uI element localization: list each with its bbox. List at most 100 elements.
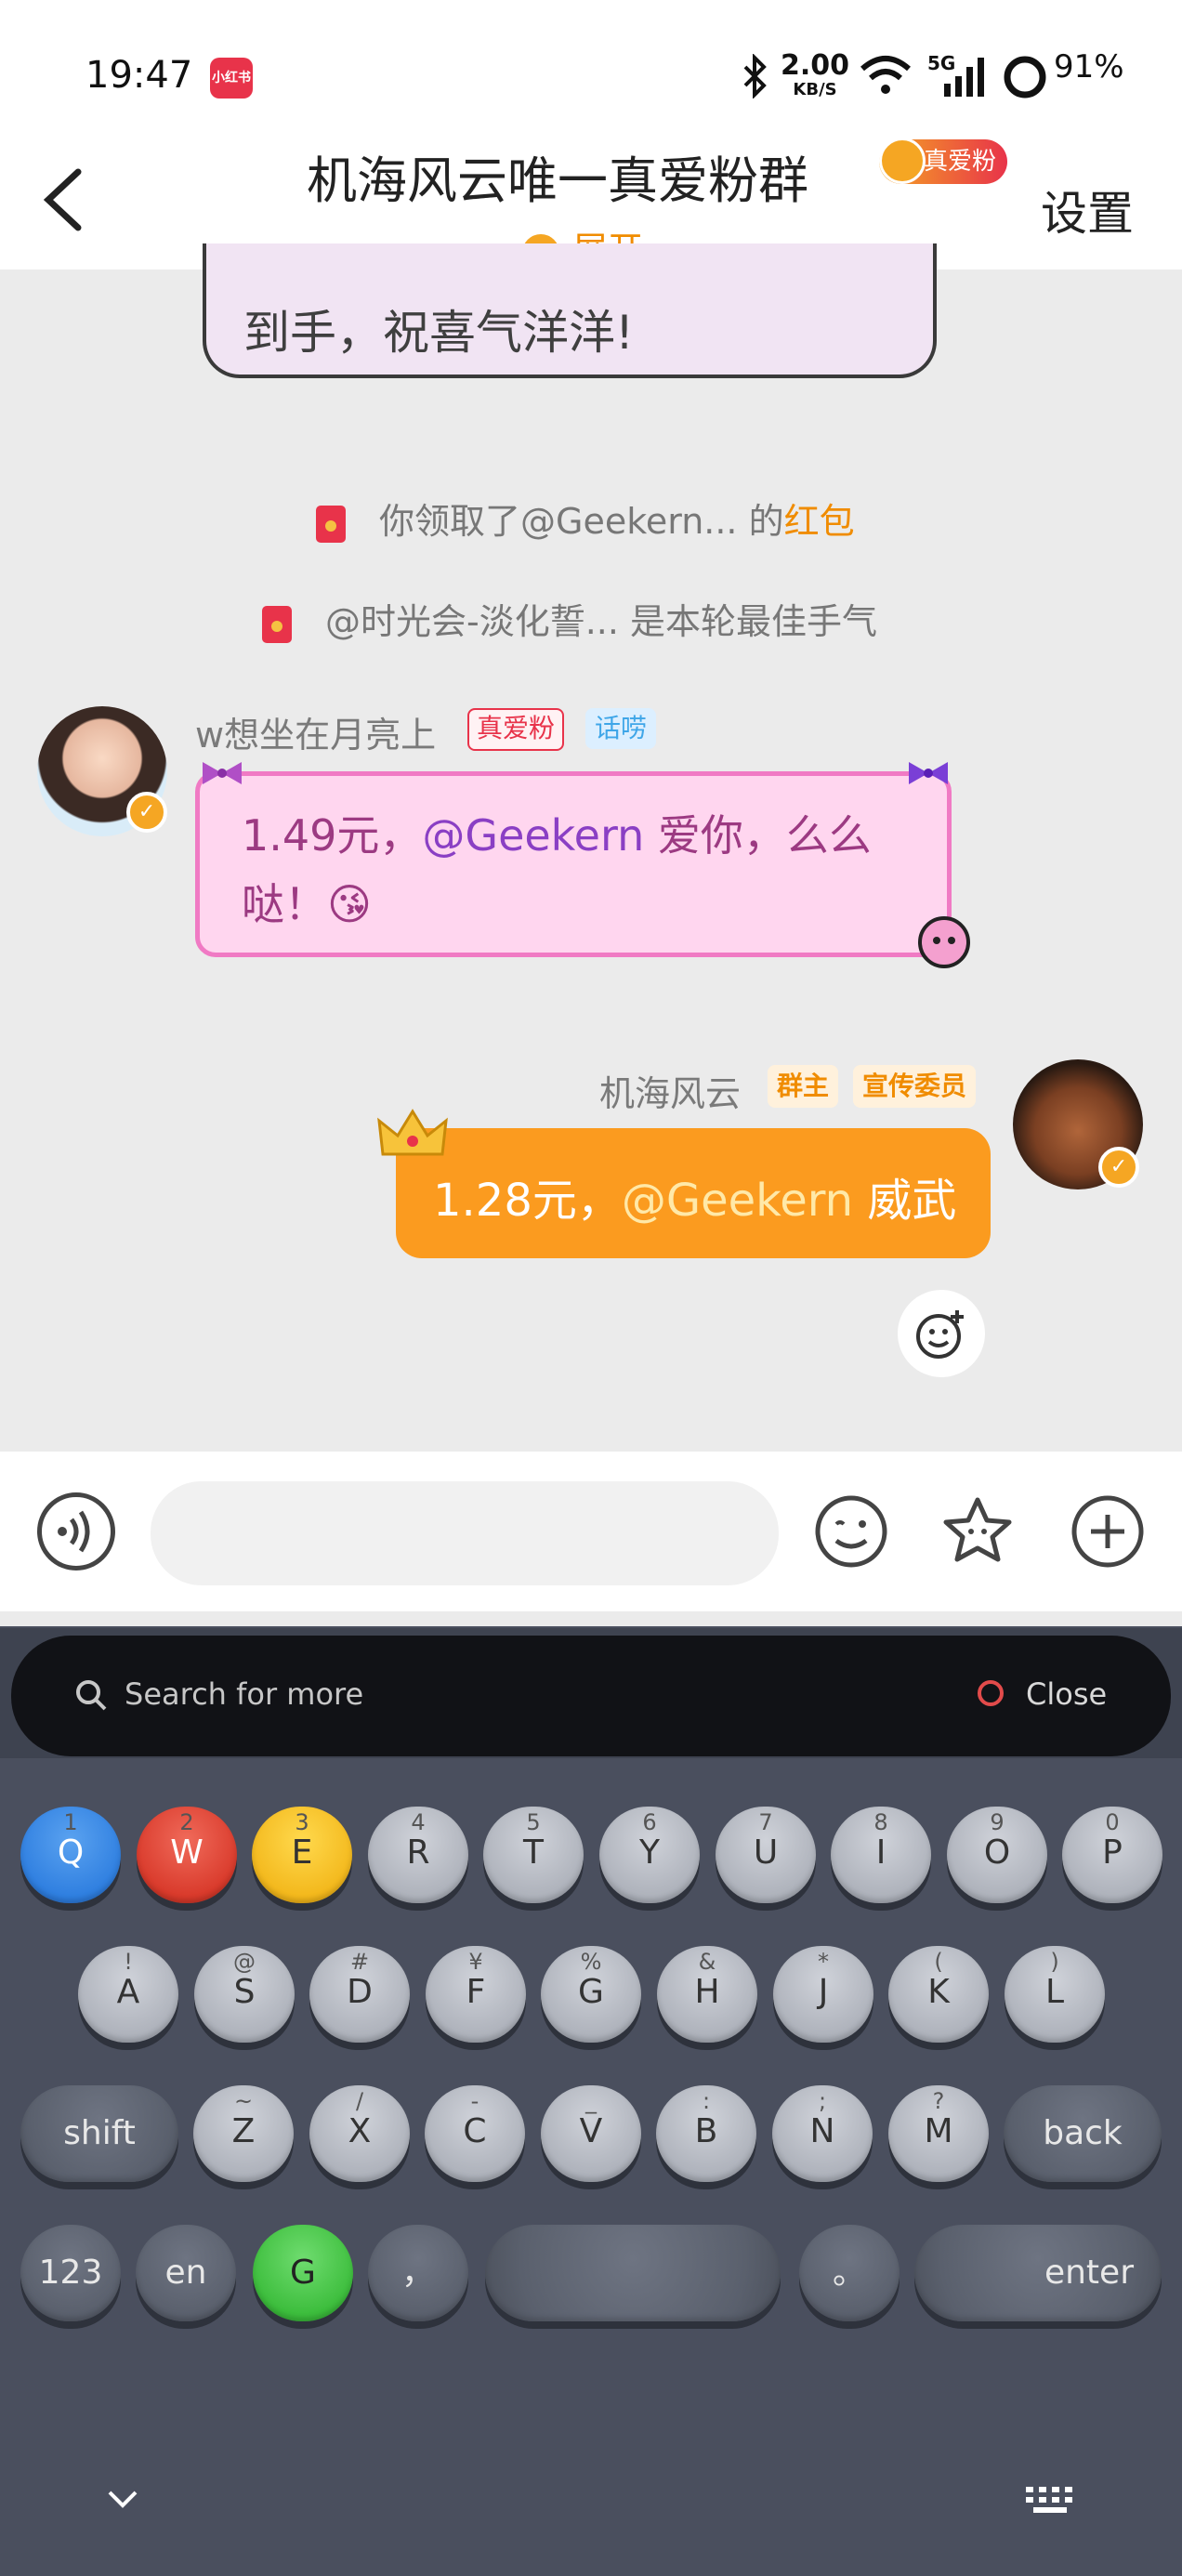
verified-icon [879,138,926,184]
key-label: G [578,1973,604,2011]
key-b[interactable]: :B [656,2085,756,2182]
status-time: 19:47 [85,54,193,97]
key-s[interactable]: @ S [194,1946,295,2043]
key-secondary-label: 3 [295,1809,309,1835]
key-c[interactable]: -C [425,2085,525,2182]
system-message-best-luck: @时光会-淡化誓... 是本轮最佳手气 [262,593,877,644]
key-secondary-label: ) [1050,1949,1059,1975]
key-label: B [694,2112,718,2150]
period-key[interactable]: 。 [799,2225,900,2321]
key-label: M [924,2112,953,2150]
key-t[interactable]: 5T [483,1807,584,1903]
hide-keyboard-icon[interactable] [104,2481,141,2518]
key-label: L [1044,1973,1065,2011]
key-y[interactable]: 6Y [599,1807,700,1903]
key-a[interactable]: ! A [78,1946,178,2043]
bluetooth-icon [743,54,767,99]
key-secondary-label: 7 [758,1809,773,1835]
key-label: O [983,1833,1011,1872]
back-icon[interactable] [37,163,97,237]
key-v[interactable]: _ V [541,2085,641,2182]
key-secondary-label: - [470,2088,479,2114]
key-secondary-label: / [355,2088,364,2114]
key-secondary-label: 2 [179,1809,194,1835]
search-icon [76,1680,107,1711]
app-notification-icon: 小红书 [210,58,253,99]
key-label: C [463,2112,487,2150]
backspace-key[interactable]: back [1004,2085,1162,2182]
key-label: S [233,1973,256,2011]
key-r[interactable]: 4R [368,1807,468,1903]
key-secondary-label: @ [233,1949,256,1975]
key-secondary-label: 8 [873,1809,888,1835]
red-packet-link[interactable]: 红包 [784,501,855,542]
key-secondary-label: % [580,1949,602,1975]
key-secondary-label: ¥ [468,1949,483,1975]
sender-name: w想坐在月亮上 [195,715,437,756]
key-secondary-label: ; [818,2088,827,2114]
voice-icon [58,1510,90,1553]
settings-button[interactable]: 设置 [1041,177,1134,243]
key-x[interactable]: / X [309,2085,410,2182]
chatty-tag: 话唠 [585,708,657,749]
key-secondary-label: 6 [642,1809,657,1835]
key-k[interactable]: (K [888,1946,989,2043]
emoji-plus-icon [916,1310,964,1359]
add-reaction-button[interactable] [898,1290,985,1377]
language-key[interactable]: en [136,2225,236,2321]
key-secondary-label: : [702,2088,711,2114]
key-label: U [753,1833,779,1872]
key-l[interactable]: ) L [1005,1946,1105,2043]
numbers-key[interactable]: 123 [20,2225,121,2321]
plus-icon[interactable] [1069,1492,1147,1571]
key-n[interactable]: ; N [772,2085,873,2182]
key-f[interactable]: ¥ F [426,1946,526,2043]
key-label: Q [57,1833,85,1872]
key-secondary-label: # [349,1949,370,1975]
key-label: N [809,2112,835,2150]
mention-link[interactable]: @Geekern [422,810,644,861]
key-q[interactable]: 1Q [20,1807,121,1903]
key-u[interactable]: 7U [716,1807,816,1903]
key-label: Y [639,1833,660,1872]
battery-ring-icon [1004,56,1046,99]
message-input[interactable] [151,1481,779,1585]
enter-key[interactable]: enter [914,2225,1162,2321]
space-key[interactable] [485,2225,781,2321]
emoji-icon[interactable] [812,1492,890,1571]
key-i[interactable]: 8I [831,1807,931,1903]
g-key[interactable]: G [253,2225,353,2321]
mention-link[interactable]: @Geekern [622,1175,853,1227]
key-h[interactable]: & H [657,1946,757,2043]
key-label: X [348,2112,372,2150]
key-label: J [818,1973,829,2011]
key-label: E [291,1833,313,1872]
key-j[interactable]: * J [773,1946,873,2043]
voice-button[interactable] [37,1492,115,1571]
verified-icon: ✓ [1098,1147,1139,1188]
key-label: W [170,1833,204,1872]
comma-key[interactable]: ， [368,2225,468,2321]
red-packet-icon [316,505,346,543]
close-keyboard-bar-button[interactable]: Close [1026,1676,1107,1712]
key-m[interactable]: ? M [888,2085,989,2182]
key-secondary-label: ! [124,1949,133,1975]
key-label: K [927,1973,950,2011]
key-o[interactable]: 9O [947,1807,1047,1903]
key-label: H [694,1973,720,2011]
group-title[interactable]: 机海风云唯一真爱粉群 [307,139,808,213]
keyboard-switch-icon[interactable] [1024,2483,1080,2517]
sticker-star-icon[interactable] [939,1492,1017,1571]
key-g[interactable]: % G [541,1946,641,2043]
shift-key[interactable]: shift [20,2085,178,2182]
search-placeholder[interactable]: Search for more [125,1676,363,1712]
key-e[interactable]: 3E [252,1807,352,1903]
key-z[interactable]: ~ Z [193,2085,294,2182]
key-secondary-label: 4 [411,1809,426,1835]
key-w[interactable]: 2W [137,1807,237,1903]
bow-decoration-icon [203,762,242,784]
message-text: 1.28元，@Geekern 威武 [433,1175,957,1227]
key-d[interactable]: # D [309,1946,410,2043]
key-p[interactable]: 0P [1062,1807,1162,1903]
signal-icon [944,58,984,97]
